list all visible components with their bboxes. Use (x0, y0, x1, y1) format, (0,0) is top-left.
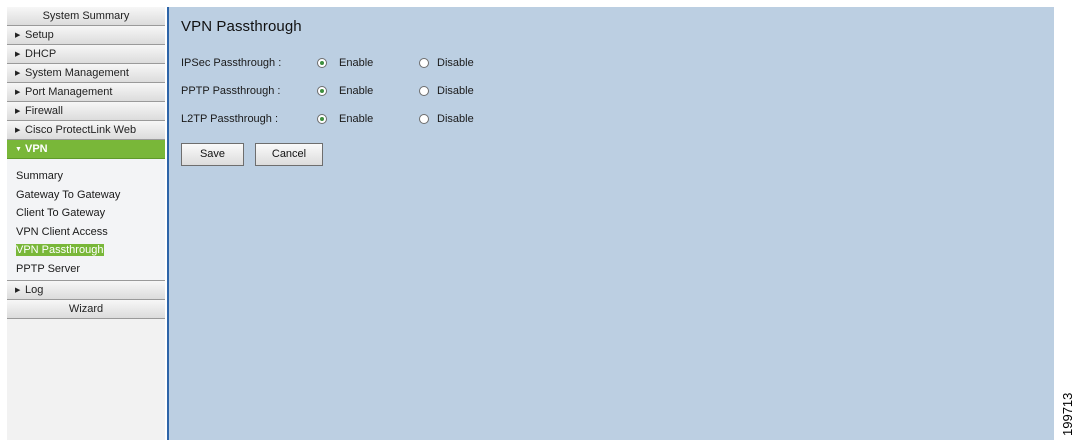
figure-number: 199713 (1060, 392, 1075, 436)
pptp-enable-label: Enable (339, 85, 374, 97)
nav-firewall-label: Firewall (25, 105, 63, 117)
nav-port-management[interactable]: ▶ Port Management (7, 83, 165, 102)
nav-dhcp[interactable]: ▶ DHCP (7, 45, 165, 64)
pptp-label: PPTP Passthrough : (181, 85, 281, 97)
save-button[interactable]: Save (181, 143, 244, 166)
pptp-disable-radio[interactable] (419, 86, 429, 96)
nav-firewall[interactable]: ▶ Firewall (7, 102, 165, 121)
nav-log-label: Log (25, 284, 44, 296)
sidebar-item-gateway-to-gateway[interactable]: Gateway To Gateway (7, 186, 165, 205)
sidebar-nav: System Summary ▶ Setup ▶ DHCP ▶ System Mana… (7, 7, 165, 440)
pptp-disable-label: Disable (437, 85, 474, 97)
nav-protectlink-label: Cisco ProtectLink Web (25, 124, 137, 136)
cancel-button[interactable]: Cancel (255, 143, 323, 166)
nav-system-management-label: System Management (25, 67, 129, 79)
nav-vpn-label: VPN (25, 143, 48, 155)
nav-dhcp-label: DHCP (25, 48, 57, 60)
l2tp-enable-label: Enable (339, 113, 374, 125)
sidebar-item-client-to-gateway[interactable]: Client To Gateway (7, 204, 165, 223)
nav-setup[interactable]: ▶ Setup (7, 26, 165, 45)
l2tp-disable-label: Disable (437, 113, 474, 125)
ipsec-enable-label: Enable (339, 57, 374, 69)
l2tp-enable-radio[interactable] (317, 114, 327, 124)
page-title: VPN Passthrough (181, 18, 302, 35)
main-content: VPN Passthrough IPSec Passthrough : Enab… (167, 7, 1054, 440)
nav-setup-label: Setup (25, 29, 54, 41)
expand-arrow-icon: ▶ (15, 32, 21, 39)
nav-wizard[interactable]: Wizard (7, 300, 165, 319)
l2tp-label: L2TP Passthrough : (181, 113, 279, 125)
ipsec-disable-label: Disable (437, 57, 474, 69)
ipsec-label: IPSec Passthrough : (181, 57, 282, 69)
sidebar-item-vpn-passthrough[interactable]: VPN Passthrough (7, 241, 165, 260)
expand-arrow-icon: ▶ (15, 70, 21, 77)
sidebar-item-summary[interactable]: Summary (7, 167, 165, 186)
l2tp-disable-radio[interactable] (419, 114, 429, 124)
ipsec-disable-radio[interactable] (419, 58, 429, 68)
expand-arrow-icon: ▶ (15, 127, 21, 134)
pptp-enable-radio[interactable] (317, 86, 327, 96)
nav-vpn[interactable]: ▼ VPN (7, 140, 165, 159)
expand-arrow-icon: ▶ (15, 89, 21, 96)
ipsec-enable-radio[interactable] (317, 58, 327, 68)
collapse-arrow-icon: ▼ (15, 146, 22, 153)
nav-protectlink[interactable]: ▶ Cisco ProtectLink Web (7, 121, 165, 140)
nav-port-management-label: Port Management (25, 86, 113, 98)
nav-log[interactable]: ▶ Log (7, 281, 165, 300)
vpn-submenu: Summary Gateway To Gateway Client To Gat… (7, 159, 165, 281)
nav-system-management[interactable]: ▶ System Management (7, 64, 165, 83)
sidebar-item-vpn-client-access[interactable]: VPN Client Access (7, 223, 165, 242)
sidebar-item-pptp-server[interactable]: PPTP Server (7, 260, 165, 279)
sidebar-item-vpn-passthrough-label: VPN Passthrough (16, 244, 105, 256)
nav-system-summary[interactable]: System Summary (7, 7, 165, 26)
expand-arrow-icon: ▶ (15, 108, 21, 115)
expand-arrow-icon: ▶ (15, 287, 21, 294)
expand-arrow-icon: ▶ (15, 51, 21, 58)
